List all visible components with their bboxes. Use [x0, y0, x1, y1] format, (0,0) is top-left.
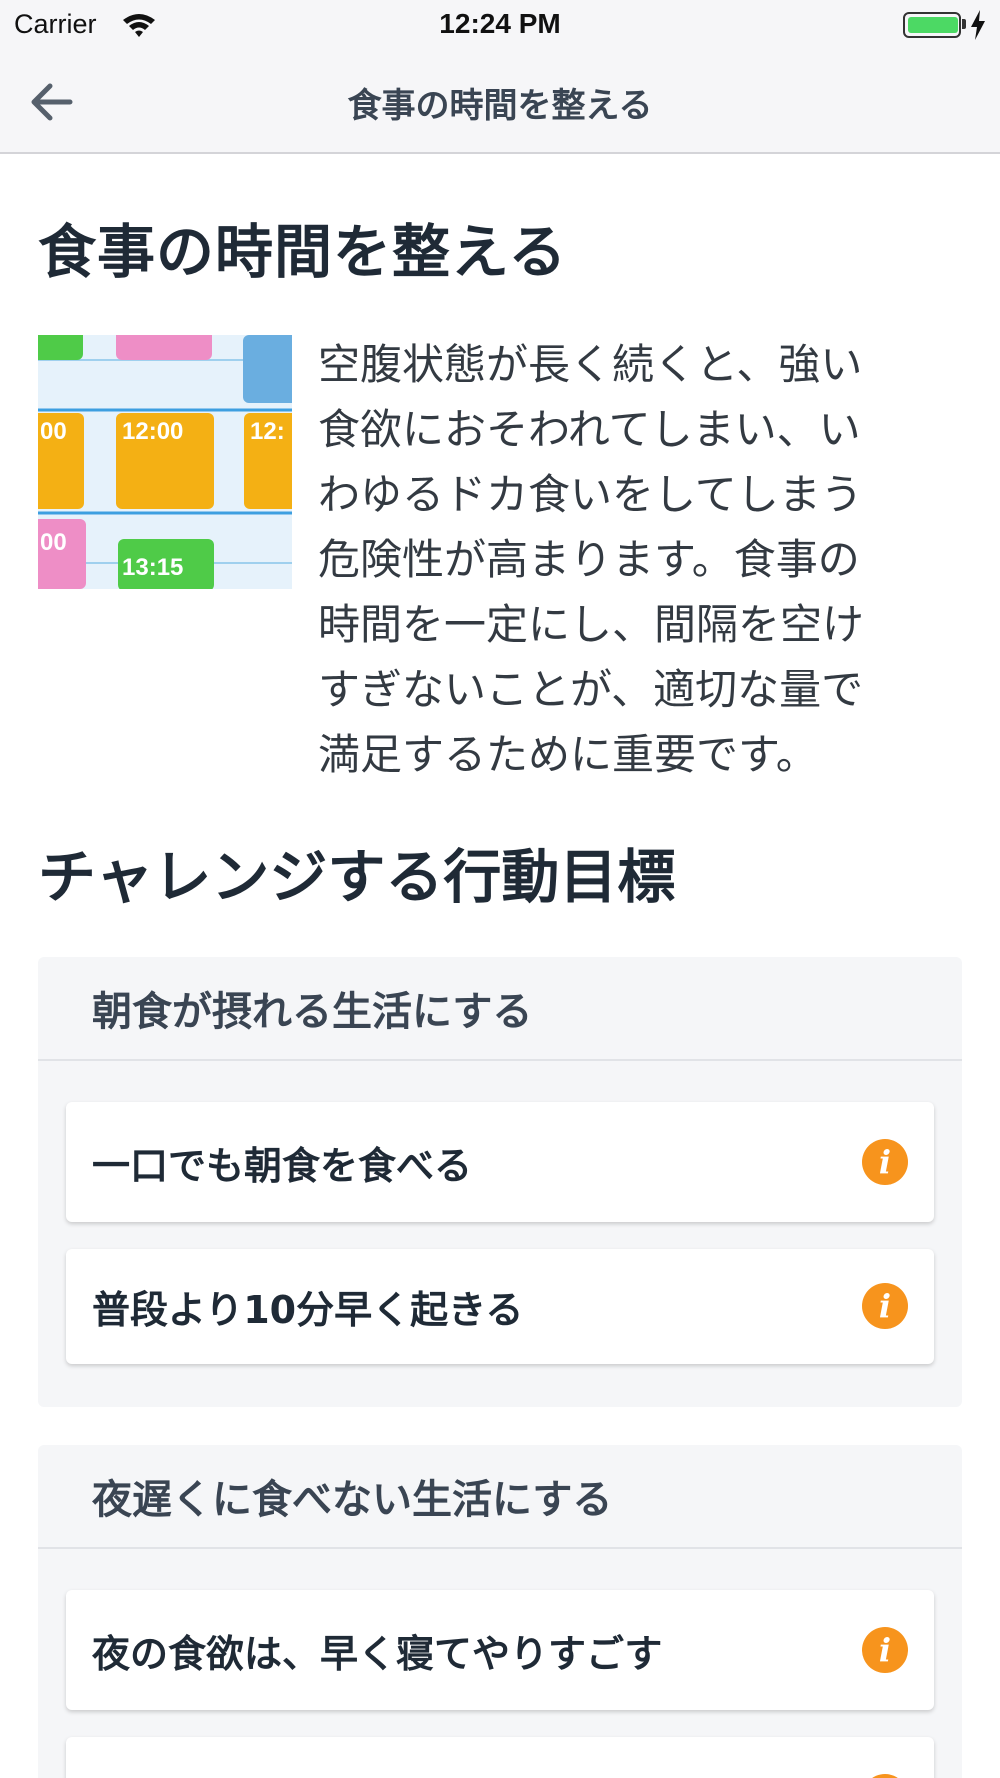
navigation-bar: 食事の時間を整える	[0, 50, 1000, 154]
battery-icon	[903, 12, 961, 38]
block-label: 00	[40, 529, 67, 556]
nav-title: 食事の時間を整える	[347, 86, 653, 126]
goal-label: 一口でも朝食を食べる	[92, 1143, 473, 1188]
intro-line: 時間を一定にし、間隔を空け	[318, 600, 865, 649]
status-time: 12:24 PM	[439, 8, 561, 39]
goal-group-title: 朝食が摂れる生活にする	[38, 957, 962, 1061]
info-icon[interactable]: i	[862, 1139, 908, 1185]
info-icon[interactable]: i	[862, 1283, 908, 1329]
block-label: 13:15	[122, 554, 183, 581]
goal-label: 夜の食欲は、早く寝てやりすごす	[92, 1631, 663, 1676]
meal-schedule-illustration: 00 12:00 12: 00 13:15	[38, 335, 292, 589]
battery-tip	[962, 19, 966, 29]
block-label: 00	[40, 418, 67, 445]
goal-card[interactable]: 夜の食欲は、早く寝てやりすごす i	[66, 1590, 934, 1710]
battery-level	[908, 17, 958, 33]
page-title: 食事の時間を整える	[38, 218, 568, 286]
goal-card[interactable]: i	[66, 1737, 934, 1778]
goal-card[interactable]: 普段より10分早く起きる i	[66, 1249, 934, 1364]
block-label: 12:	[250, 418, 285, 445]
intro-line: 満足するために重要です。	[318, 730, 818, 779]
intro-line: 空腹状態が長く続くと、強い	[318, 340, 863, 389]
intro-line: 食欲におそわれてしまい、い	[318, 405, 861, 454]
goal-group: 夜遅くに食べない生活にする 夜の食欲は、早く寝てやりすごす i i	[38, 1445, 962, 1778]
intro-line: すぎないことが、適切な量で	[318, 665, 864, 714]
charging-bolt-icon	[971, 10, 985, 40]
section-title: チャレンジする行動目標	[38, 843, 676, 911]
block-label: 12:00	[122, 418, 183, 445]
status-bar: Carrier 12:24 PM	[0, 0, 1000, 50]
info-icon[interactable]: i	[862, 1774, 908, 1778]
goal-group-title: 夜遅くに食べない生活にする	[38, 1445, 962, 1549]
info-icon[interactable]: i	[862, 1627, 908, 1673]
intro-description: 空腹状態が長く続くと、強い 食欲におそわれてしまい、い わゆるドカ食いをしてしま…	[318, 332, 958, 787]
goal-card[interactable]: 一口でも朝食を食べる i	[66, 1102, 934, 1222]
intro-line: わゆるドカ食いをしてしまう	[318, 470, 863, 519]
goal-group: 朝食が摂れる生活にする 一口でも朝食を食べる i 普段より10分早く起きる i	[38, 957, 962, 1407]
intro-line: 危険性が高まります。食事の	[318, 535, 860, 584]
goal-label: 普段より10分早く起きる	[92, 1288, 524, 1332]
meal-schedule-image: 00 12:00 12: 00 13:15	[38, 335, 292, 589]
